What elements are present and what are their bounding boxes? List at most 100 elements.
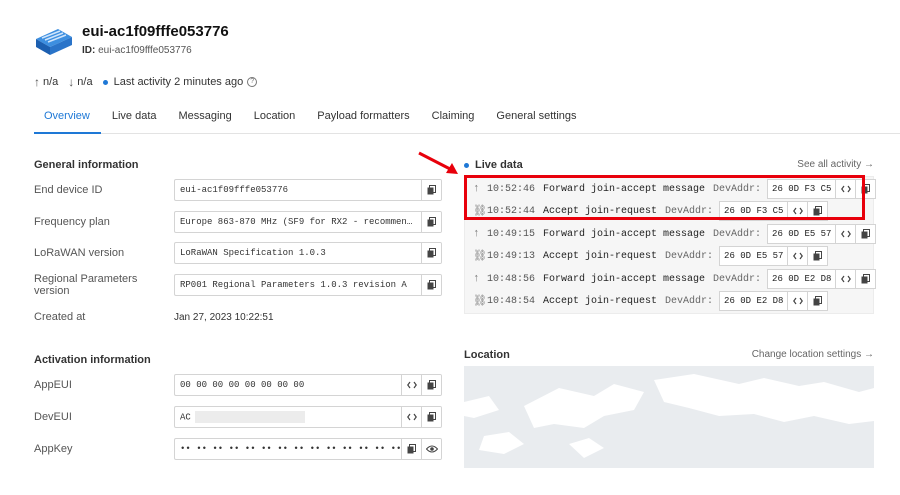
copy-icon[interactable] xyxy=(856,269,877,289)
appeui-label: AppEUI xyxy=(34,379,72,391)
copy-icon[interactable] xyxy=(421,275,441,295)
lorawan-version-field: LoRaWAN Specification 1.0.3 xyxy=(174,242,442,264)
end-device-id-label: End device ID xyxy=(34,184,103,196)
row-lorawan-version: LoRaWAN version LoRaWAN Specification 1.… xyxy=(34,241,444,265)
copy-icon[interactable] xyxy=(421,375,441,395)
toggle-byte-order-icon[interactable] xyxy=(788,246,809,266)
arrow-up-icon: ↑ xyxy=(473,273,480,285)
row-appkey: AppKey •• •• •• •• •• •• •• •• •• •• •• … xyxy=(34,437,444,461)
activation-info-heading: Activation information xyxy=(34,354,151,366)
appkey-field: •• •• •• •• •• •• •• •• •• •• •• •• •• •… xyxy=(174,438,442,460)
appeui-field: 00 00 00 00 00 00 00 00 xyxy=(174,374,442,396)
status-dot-icon xyxy=(102,79,108,85)
help-icon[interactable]: ? xyxy=(247,77,258,87)
toggle-byte-order-icon[interactable] xyxy=(401,407,421,427)
uplink-count: n/a xyxy=(43,76,59,88)
live-data-title: Live data xyxy=(475,159,523,171)
event-row[interactable]: ↑ 10:49:15 Forward join-accept message D… xyxy=(473,224,877,244)
copy-icon[interactable] xyxy=(421,243,441,263)
event-time: 10:49:15 xyxy=(487,228,536,240)
event-devaddr: 26 0D E5 57 xyxy=(767,224,837,244)
copy-icon[interactable] xyxy=(808,291,829,311)
live-status-dot-icon xyxy=(464,162,469,168)
downlink-count: n/a xyxy=(77,76,93,88)
deveui-value: AC xyxy=(180,412,191,423)
tab-live-data[interactable]: Live data xyxy=(101,104,168,134)
deveui-field: AC xyxy=(174,406,442,428)
appkey-label: AppKey xyxy=(34,443,73,455)
tab-messaging[interactable]: Messaging xyxy=(168,104,243,134)
copy-icon[interactable] xyxy=(421,212,441,232)
frequency-plan-label: Frequency plan xyxy=(34,216,110,228)
tab-claiming[interactable]: Claiming xyxy=(421,104,486,134)
appkey-value: •• •• •• •• •• •• •• •• •• •• •• •• •• •… xyxy=(180,444,401,454)
highlight-box xyxy=(464,175,865,220)
red-arrow-icon xyxy=(418,151,458,174)
regional-parameters-field: RP001 Regional Parameters 1.0.3 revision… xyxy=(174,274,442,296)
copy-icon[interactable] xyxy=(856,224,877,244)
device-id: ID: eui-ac1f09fffe053776 xyxy=(82,45,192,56)
copy-icon[interactable] xyxy=(421,407,441,427)
last-activity: Last activity 2 minutes ago xyxy=(113,76,244,88)
map-landmass xyxy=(464,374,874,458)
appeui-value: 00 00 00 00 00 00 00 00 xyxy=(180,380,305,390)
copy-icon[interactable] xyxy=(421,180,441,200)
lorawan-version-value: LoRaWAN Specification 1.0.3 xyxy=(180,248,326,258)
toggle-byte-order-icon[interactable] xyxy=(401,375,421,395)
row-frequency-plan: Frequency plan Europe 863-870 MHz (SF9 f… xyxy=(34,210,444,234)
tab-payload-formatters[interactable]: Payload formatters xyxy=(306,104,420,134)
tab-location[interactable]: Location xyxy=(243,104,307,134)
event-time: 10:49:13 xyxy=(487,250,536,262)
event-message: Forward join-accept message xyxy=(543,273,706,285)
event-key: DevAddr: xyxy=(713,228,762,240)
device-title: eui-ac1f09fffe053776 xyxy=(82,23,229,40)
uplink-arrow-icon: ↑ xyxy=(34,75,40,89)
event-row[interactable]: ⛓ 10:48:54 Accept join-request DevAddr: … xyxy=(473,291,829,311)
event-devaddr: 26 0D E2 D8 xyxy=(719,291,789,311)
deveui-label: DevEUI xyxy=(34,411,72,423)
event-row[interactable]: ↑ 10:48:56 Forward join-accept message D… xyxy=(473,269,877,289)
regional-parameters-label: Regional Parameters version xyxy=(34,273,138,297)
event-key: DevAddr: xyxy=(713,273,762,285)
row-regional-parameters: Regional Parameters version RP001 Region… xyxy=(34,273,444,297)
change-location-settings-link[interactable]: Change location settings → xyxy=(752,349,874,360)
device-id-label: ID: xyxy=(82,45,96,56)
link-icon: ⛓ xyxy=(473,296,487,308)
event-row[interactable]: ⛓ 10:49:13 Accept join-request DevAddr: … xyxy=(473,246,829,266)
device-tabs: Overview Live data Messaging Location Pa… xyxy=(34,104,900,134)
event-time: 10:48:54 xyxy=(487,295,536,307)
created-at-label: Created at xyxy=(34,311,86,323)
end-device-id-value: eui-ac1f09fffe053776 xyxy=(180,185,289,195)
event-message: Forward join-accept message xyxy=(543,228,706,240)
downlink-arrow-icon: ↓ xyxy=(68,75,75,89)
copy-icon[interactable] xyxy=(808,246,829,266)
tab-general-settings[interactable]: General settings xyxy=(485,104,587,134)
eye-icon[interactable] xyxy=(421,439,441,459)
tab-overview[interactable]: Overview xyxy=(34,104,101,134)
redacted-block xyxy=(194,411,305,423)
event-devaddr: 26 0D E2 D8 xyxy=(767,269,837,289)
copy-icon[interactable] xyxy=(401,439,421,459)
link-icon: ⛓ xyxy=(473,251,487,263)
location-heading: Location xyxy=(464,349,510,361)
general-info-heading: General information xyxy=(34,159,139,171)
event-message: Accept join-request xyxy=(543,295,658,307)
event-time: 10:48:56 xyxy=(487,273,536,285)
end-device-id-field: eui-ac1f09fffe053776 xyxy=(174,179,442,201)
arrow-up-icon: ↑ xyxy=(473,228,480,240)
end-device-icon xyxy=(36,29,72,55)
event-devaddr: 26 0D E5 57 xyxy=(719,246,789,266)
frequency-plan-value: Europe 863-870 MHz (SF9 for RX2 - recomm… xyxy=(180,217,413,227)
row-created-at: Created at Jan 27, 2023 10:22:51 xyxy=(34,305,444,329)
see-all-activity-link[interactable]: See all activity → xyxy=(797,159,874,170)
row-appeui: AppEUI 00 00 00 00 00 00 00 00 xyxy=(34,373,444,397)
row-deveui: DevEUI AC xyxy=(34,405,444,429)
location-map[interactable] xyxy=(464,366,874,468)
created-at-value: Jan 27, 2023 10:22:51 xyxy=(174,311,274,323)
row-end-device-id: End device ID eui-ac1f09fffe053776 xyxy=(34,178,444,202)
event-key: DevAddr: xyxy=(665,250,714,262)
toggle-byte-order-icon[interactable] xyxy=(836,224,857,244)
toggle-byte-order-icon[interactable] xyxy=(836,269,857,289)
event-message: Accept join-request xyxy=(543,250,658,262)
toggle-byte-order-icon[interactable] xyxy=(788,291,809,311)
